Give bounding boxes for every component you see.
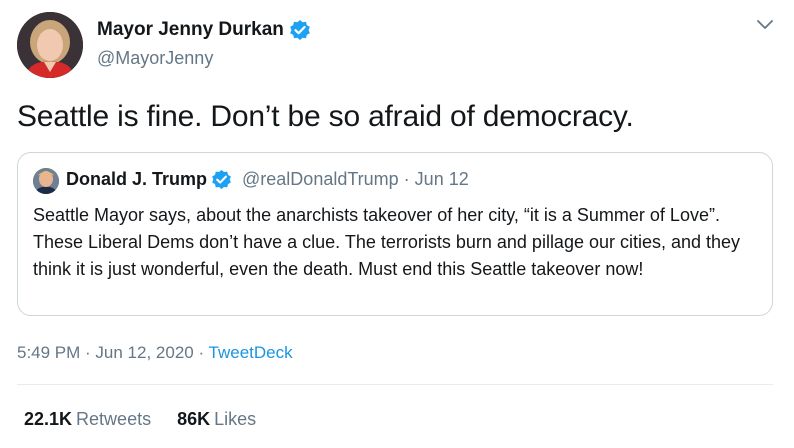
quoted-header: Donald J. Trump @realDonaldTrump · Jun 1… (66, 169, 469, 190)
timestamp-text[interactable]: 5:49 PM · Jun 12, 2020 · (17, 343, 209, 362)
tweet-text: Seattle is fine. Don’t be so afraid of d… (17, 100, 634, 133)
likes-label: Likes (214, 409, 257, 429)
source-link[interactable]: TweetDeck (209, 343, 293, 362)
likes-count: 86K (177, 409, 211, 429)
quoted-avatar (33, 168, 59, 194)
quoted-author-name: Donald J. Trump (66, 169, 208, 189)
chevron-down-icon[interactable] (756, 18, 774, 32)
quoted-text: Seattle Mayor says, about the anarchists… (33, 205, 741, 279)
retweets-label: Retweets (76, 409, 152, 429)
likes-stat[interactable]: 86K Likes (177, 409, 256, 430)
author-name[interactable]: Mayor Jenny Durkan (97, 19, 284, 41)
quoted-tweet[interactable]: Donald J. Trump @realDonaldTrump · Jun 1… (17, 152, 773, 316)
engagement-stats: 22.1K Retweets 86K Likes (24, 409, 256, 430)
retweets-count: 22.1K (24, 409, 73, 429)
verified-badge-icon (211, 169, 232, 190)
quoted-handle-date: @realDonaldTrump · Jun 12 (242, 169, 469, 189)
verified-badge-icon (289, 19, 311, 41)
author-avatar[interactable] (17, 12, 83, 78)
tweet-timestamp: 5:49 PM · Jun 12, 2020 · TweetDeck (17, 343, 293, 363)
author-handle[interactable]: @MayorJenny (97, 48, 213, 69)
retweets-stat[interactable]: 22.1K Retweets (24, 409, 151, 430)
author-name-row[interactable]: Mayor Jenny Durkan (97, 19, 311, 41)
divider (17, 384, 773, 385)
